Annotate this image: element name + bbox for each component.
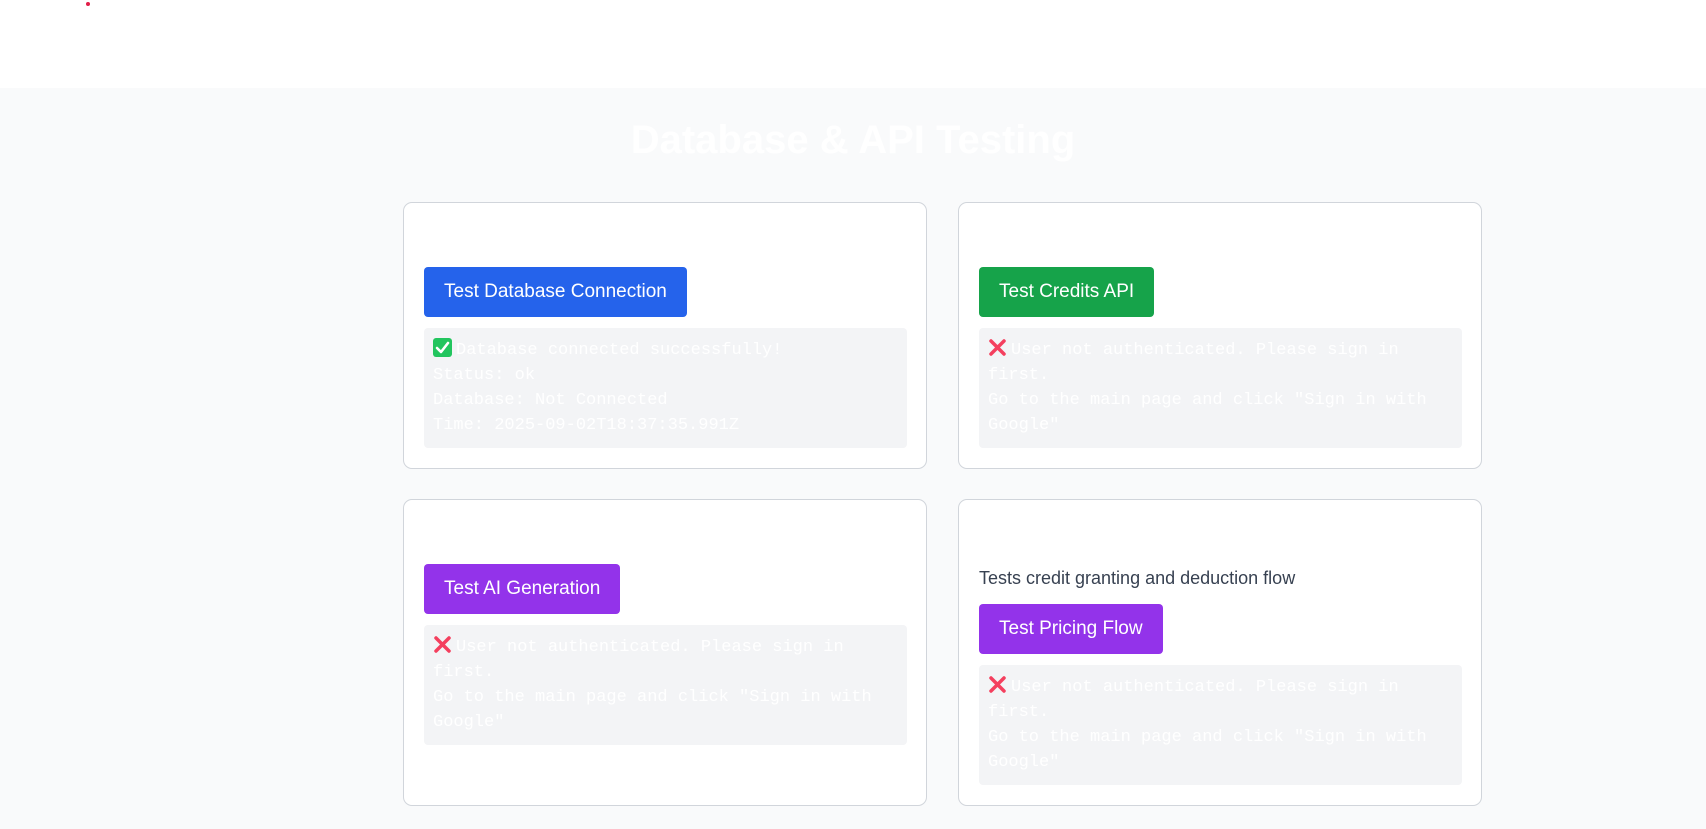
result-line: Database connected successfully!: [456, 341, 783, 360]
test-database-connection-button[interactable]: Test Database Connection: [424, 267, 687, 317]
indicator-dot: [86, 2, 90, 6]
result-line: Go to the main page and click "Sign in w…: [988, 391, 1437, 435]
test-pricing-flow-button[interactable]: Test Pricing Flow: [979, 604, 1163, 654]
database-test-card: Test Database Connection Database connec…: [403, 202, 927, 469]
result-line: User not authenticated. Please sign in f…: [988, 678, 1409, 722]
cross-icon: [433, 635, 452, 654]
page-title: Database & API Testing: [630, 118, 1076, 162]
check-icon: [433, 338, 452, 357]
result-line: Go to the main page and click "Sign in w…: [988, 728, 1437, 772]
credits-api-test-card: Test Credits API User not authenticated.…: [958, 202, 1482, 469]
cross-icon: [988, 338, 1007, 357]
result-line: User not authenticated. Please sign in f…: [433, 638, 854, 682]
ai-generation-result-output: User not authenticated. Please sign in f…: [424, 625, 907, 745]
test-ai-generation-button[interactable]: Test AI Generation: [424, 564, 621, 614]
pricing-flow-test-card: Tests credit granting and deduction flow…: [958, 499, 1482, 806]
top-bar: [0, 0, 1706, 88]
credits-result-output: User not authenticated. Please sign in f…: [979, 328, 1462, 448]
result-line: User not authenticated. Please sign in f…: [988, 341, 1409, 385]
pricing-flow-result-output: User not authenticated. Please sign in f…: [979, 665, 1462, 785]
card-description: Tests credit granting and deduction flow: [979, 568, 1296, 588]
main-content: Database & API Testing Test Database Con…: [0, 88, 1706, 829]
result-line: Time: 2025-09-02T18:37:35.991Z: [433, 416, 740, 435]
database-result-output: Database connected successfully! Status:…: [424, 328, 907, 448]
test-credits-api-button[interactable]: Test Credits API: [979, 267, 1155, 317]
result-line: Database: Not Connected: [433, 391, 668, 410]
cross-icon: [988, 675, 1007, 694]
ai-generation-test-card: Test AI Generation User not authenticate…: [403, 499, 927, 806]
result-line: Go to the main page and click "Sign in w…: [433, 688, 882, 732]
result-line: Status: ok: [433, 366, 536, 385]
